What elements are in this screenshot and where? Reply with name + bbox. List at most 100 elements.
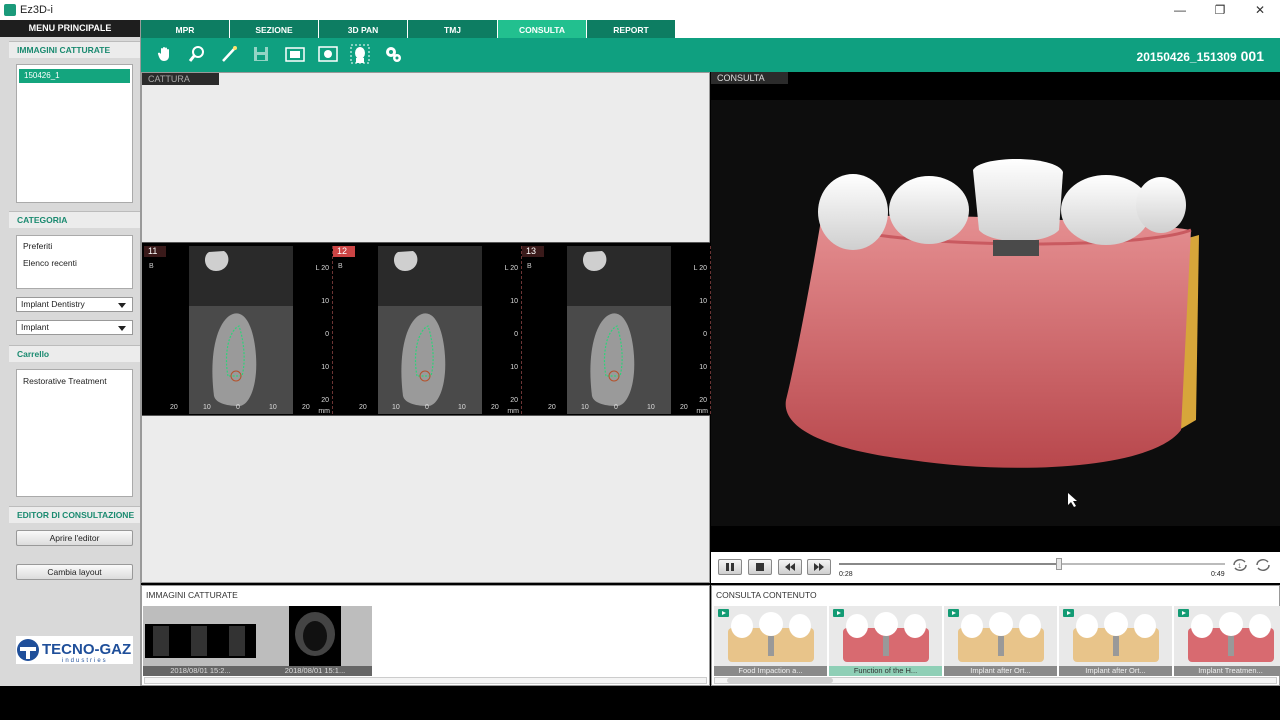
content-item-caption: Food Impaction a... bbox=[714, 666, 827, 676]
forward-button[interactable] bbox=[807, 559, 831, 575]
svg-text:TECNO-GAZ: TECNO-GAZ bbox=[42, 641, 131, 658]
tab-tmj[interactable]: TMJ bbox=[408, 20, 498, 38]
slice-number: 11 bbox=[144, 246, 166, 257]
captured-scrollbar[interactable] bbox=[144, 677, 707, 684]
case-number: 001 bbox=[1240, 48, 1264, 64]
time-current: 0:28 bbox=[839, 571, 853, 578]
settings-icon[interactable] bbox=[382, 43, 404, 65]
category-list: Preferiti Elenco recenti bbox=[16, 235, 133, 289]
content-item[interactable]: Implant after Ort... bbox=[944, 606, 1058, 676]
mouse-cursor bbox=[1068, 493, 1077, 507]
scale-tick-right: 10 bbox=[510, 364, 518, 371]
category-recent[interactable]: Elenco recenti bbox=[23, 258, 77, 268]
scale-tick-right: L 20 bbox=[693, 265, 707, 272]
category-favorites[interactable]: Preferiti bbox=[23, 241, 52, 251]
hand-icon[interactable] bbox=[154, 43, 176, 65]
content-panel: CONSULTA CONTENUTO Food Impaction a... Fu… bbox=[711, 585, 1280, 686]
content-scroll-thumb[interactable] bbox=[727, 678, 833, 683]
scale-tick-bottom: 10 bbox=[203, 404, 211, 411]
category-dropdown-2[interactable]: Implant bbox=[16, 320, 133, 335]
scale-tick-right: 0 bbox=[703, 331, 707, 338]
player-controls: 0:28 0:49 1 bbox=[711, 552, 1280, 583]
case-id: 20150426_151309 bbox=[1136, 50, 1237, 64]
main-menu-header[interactable]: MENU PRINCIPALE bbox=[0, 20, 140, 37]
scale-unit: mm bbox=[507, 408, 519, 415]
close-button[interactable]: ✕ bbox=[1240, 0, 1280, 20]
repeat-icon[interactable] bbox=[1255, 558, 1271, 574]
captured-images-list: 150426_1 bbox=[16, 64, 133, 203]
repeat-one-icon[interactable]: 1 bbox=[1232, 558, 1248, 574]
content-item-caption: Implant Treatmen... bbox=[1174, 666, 1280, 676]
time-total: 0:49 bbox=[1211, 571, 1225, 578]
stop-button[interactable] bbox=[748, 559, 772, 575]
scale-tick-bottom: 20 bbox=[302, 404, 310, 411]
captured-image-item[interactable]: 150426_1 bbox=[19, 69, 130, 83]
video-play-icon bbox=[718, 609, 729, 617]
ct-slice-13[interactable]: 13 B L 20 10 0 10 20 20 10 0 10 20 mm bbox=[522, 246, 711, 415]
category-dropdown-1[interactable]: Implant Dentistry bbox=[16, 297, 133, 312]
content-scrollbar[interactable] bbox=[714, 677, 1277, 684]
tab-sezione[interactable]: SEZIONE bbox=[230, 20, 319, 38]
captured-thumb-1-caption: 2018/08/01 15:2... bbox=[143, 666, 258, 676]
dental-implant-illustration bbox=[785, 158, 1199, 507]
content-item[interactable]: Food Impaction a... bbox=[714, 606, 828, 676]
content-title: CONSULTA CONTENUTO bbox=[716, 590, 817, 600]
progress-fill bbox=[839, 563, 1060, 565]
svg-text:industries: industries bbox=[62, 658, 108, 664]
captured-thumb-1[interactable]: 2018/08/01 15:2... bbox=[143, 606, 258, 676]
change-layout-button[interactable]: Cambia layout bbox=[16, 564, 133, 580]
zoom-icon[interactable] bbox=[186, 43, 208, 65]
content-item[interactable]: Function of the H... bbox=[829, 606, 943, 676]
tab-mpr[interactable]: MPR bbox=[141, 20, 230, 38]
content-item-caption: Function of the H... bbox=[829, 666, 942, 676]
capture-label: CATTURA bbox=[142, 73, 219, 85]
scale-tick-bottom: 20 bbox=[170, 404, 178, 411]
tab-consulta[interactable]: CONSULTA bbox=[498, 20, 587, 38]
scale-tick-right: 10 bbox=[699, 298, 707, 305]
open-editor-button[interactable]: Aprire l'editor bbox=[16, 530, 133, 546]
capture-icon[interactable] bbox=[284, 43, 306, 65]
draw-icon[interactable] bbox=[218, 43, 240, 65]
scale-tick-right: 20 bbox=[699, 397, 707, 404]
captured-thumb-2[interactable]: 2018/08/01 15:1... bbox=[258, 606, 372, 676]
restore-button[interactable]: ❐ bbox=[1200, 0, 1240, 20]
content-item-caption: Implant after Ort... bbox=[1059, 666, 1172, 676]
content-item[interactable]: Implant Treatmen... bbox=[1174, 606, 1280, 676]
status-bar bbox=[0, 686, 1280, 720]
save-icon[interactable] bbox=[250, 43, 272, 65]
ct-slice-strip: 11 B L 20 10 0 10 20 20 10 0 10 20 mm 12 B L 20 10 0 10 20 2… bbox=[142, 242, 711, 416]
tab-report[interactable]: REPORT bbox=[587, 20, 676, 38]
scale-tick-right: 0 bbox=[325, 331, 329, 338]
rewind-button[interactable] bbox=[778, 559, 802, 575]
screenshot-icon[interactable] bbox=[317, 43, 339, 65]
slice-number: 12 bbox=[333, 246, 355, 257]
pause-button[interactable] bbox=[718, 559, 742, 575]
chevron-down-icon bbox=[118, 303, 126, 308]
dropdown-2-value: Implant bbox=[21, 322, 49, 332]
consulta-label: CONSULTA bbox=[711, 72, 788, 84]
face-icon[interactable] bbox=[349, 43, 371, 65]
cart-list: Restorative Treatment bbox=[16, 369, 133, 497]
video-player[interactable] bbox=[711, 100, 1280, 526]
tab-3d-pan[interactable]: 3D PAN bbox=[319, 20, 408, 38]
progress-handle[interactable] bbox=[1056, 558, 1063, 570]
scale-unit: mm bbox=[696, 408, 708, 415]
minimize-button[interactable]: — bbox=[1160, 0, 1200, 20]
ct-slice-12[interactable]: 12 B L 20 10 0 10 20 20 10 0 10 20 mm bbox=[333, 246, 522, 415]
content-item[interactable]: Implant after Ort... bbox=[1059, 606, 1173, 676]
scale-tick-right: 20 bbox=[321, 397, 329, 404]
slice-marker: B bbox=[338, 263, 343, 270]
consulta-panel: CONSULTA 0:28 0:49 1 bbox=[711, 72, 1280, 583]
cart-header: Carrello bbox=[9, 345, 140, 362]
dropdown-1-value: Implant Dentistry bbox=[21, 299, 85, 309]
ct-slice-11[interactable]: 11 B L 20 10 0 10 20 20 10 0 10 20 mm bbox=[144, 246, 333, 415]
toolbar: 20150426_151309 001 bbox=[141, 38, 1280, 72]
progress-track[interactable] bbox=[839, 558, 1225, 570]
category-header: CATEGORIA bbox=[9, 211, 140, 228]
captured-thumb-2-caption: 2018/08/01 15:1... bbox=[258, 666, 372, 676]
video-play-icon bbox=[833, 609, 844, 617]
cart-item[interactable]: Restorative Treatment bbox=[23, 376, 107, 386]
app-icon bbox=[4, 4, 16, 16]
sidebar: MENU PRINCIPALE IMMAGINI CATTURATE 15042… bbox=[0, 20, 141, 686]
capture-panel: CATTURA 11 B L 20 10 0 10 20 20 10 0 10 20 mm 12 B L 20… bbox=[141, 72, 711, 583]
